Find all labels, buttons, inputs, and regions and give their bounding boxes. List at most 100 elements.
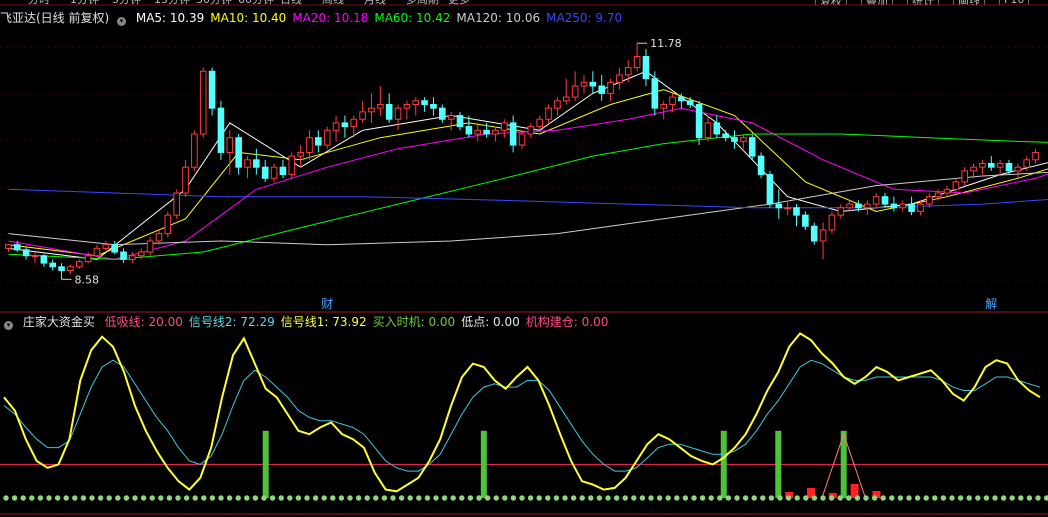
- candle-body: [341, 122, 349, 128]
- candle-body: [315, 137, 322, 146]
- baseline-dot: [459, 495, 465, 501]
- candle-body: [872, 196, 880, 205]
- baseline-dot: [441, 495, 448, 501]
- candle-body: [775, 203, 783, 209]
- candle-body: [580, 81, 588, 87]
- candle-body: [500, 122, 508, 131]
- baseline-dot: [725, 495, 732, 501]
- baseline-dot: [312, 495, 319, 501]
- baseline-dot: [923, 495, 929, 501]
- baseline-dot: [29, 495, 35, 501]
- ma-line-ma60: [8, 133, 1048, 260]
- candle-body: [359, 111, 366, 120]
- baseline-dot: [983, 495, 990, 501]
- candle-body: [40, 255, 48, 264]
- baseline-dot: [132, 495, 138, 501]
- stock-chart[interactable]: 11.78 8.58 财 解: [0, 0, 1048, 517]
- candle-body: [846, 203, 853, 209]
- candle-body: [1032, 151, 1039, 161]
- candle-body: [651, 78, 659, 109]
- candle-body: [624, 67, 632, 76]
- candle-body: [421, 100, 428, 105]
- baseline-dot: [828, 495, 835, 501]
- baseline-dot: [639, 495, 646, 501]
- baseline-dot: [450, 495, 456, 501]
- baseline-dot: [484, 495, 491, 501]
- candle-body: [49, 262, 57, 268]
- baseline-dot: [803, 495, 809, 501]
- event-marker-cai: 财: [321, 297, 333, 311]
- baseline-dot: [338, 495, 345, 501]
- baseline-dot: [656, 495, 663, 501]
- baseline-dot: [11, 495, 18, 501]
- candle-body: [890, 203, 898, 209]
- candle-body: [377, 103, 384, 109]
- baseline-dot: [424, 495, 431, 501]
- candle-body: [713, 122, 721, 135]
- candle-body: [164, 214, 172, 235]
- candle-body: [120, 251, 127, 260]
- candle-body: [970, 166, 977, 172]
- candle-body: [279, 166, 287, 176]
- baseline-dot: [871, 495, 878, 501]
- candle-body: [102, 244, 110, 249]
- candle-body: [129, 255, 136, 260]
- candle-body: [678, 96, 685, 102]
- candle-body: [509, 122, 517, 146]
- candle-body: [598, 85, 605, 94]
- candle-body: [793, 207, 800, 216]
- baseline-dot: [992, 495, 998, 501]
- baseline-dot: [708, 495, 714, 501]
- baseline-dot: [691, 495, 697, 501]
- baseline-dot: [476, 495, 482, 501]
- candle-body: [917, 203, 924, 212]
- candle-body: [616, 74, 623, 83]
- baseline-dot: [742, 495, 749, 501]
- ma-line-ma5: [8, 70, 1048, 260]
- candle-body: [217, 107, 225, 153]
- candle-body: [554, 100, 561, 109]
- baseline-dot: [545, 495, 551, 501]
- baseline-dot: [115, 495, 121, 501]
- baseline-dot: [192, 495, 198, 501]
- baseline-dot: [235, 495, 241, 501]
- baseline-dot: [502, 495, 508, 501]
- candle-body: [288, 155, 296, 176]
- candle-body: [261, 166, 269, 179]
- low-price-label: 8.58: [75, 273, 100, 286]
- candle-body: [13, 244, 21, 251]
- candle-body: [855, 203, 862, 209]
- baseline-dot: [46, 495, 52, 501]
- candle-body: [31, 255, 39, 258]
- baseline-dot: [906, 495, 912, 501]
- buy-timing-bar: [720, 430, 727, 498]
- candle-body: [199, 70, 207, 135]
- baseline-dot: [588, 495, 594, 501]
- candle-body: [987, 163, 995, 168]
- candle-body: [908, 203, 915, 212]
- candle-body: [439, 107, 446, 120]
- buy-timing-bar: [775, 430, 782, 498]
- baseline-dot: [596, 495, 603, 501]
- candle-body: [403, 103, 411, 109]
- candle-body: [93, 247, 101, 257]
- baseline-dot: [717, 495, 723, 501]
- candle-body: [75, 261, 83, 268]
- candle-body: [226, 137, 234, 153]
- candle-body: [22, 249, 30, 257]
- candle-body: [642, 56, 650, 80]
- baseline-dot: [889, 495, 895, 501]
- candle-body: [669, 96, 676, 105]
- baseline-dot: [89, 495, 95, 501]
- baseline-dot: [914, 495, 921, 501]
- baseline-dot: [3, 495, 9, 501]
- candle-body: [492, 129, 499, 135]
- candle-body: [244, 159, 251, 168]
- candle-body: [545, 107, 552, 120]
- baseline-dot: [846, 495, 852, 501]
- baseline-dot: [682, 495, 689, 501]
- baseline-dot: [674, 495, 680, 501]
- baseline-dot: [932, 495, 938, 501]
- candle-body: [483, 129, 490, 135]
- baseline-dot: [553, 495, 560, 501]
